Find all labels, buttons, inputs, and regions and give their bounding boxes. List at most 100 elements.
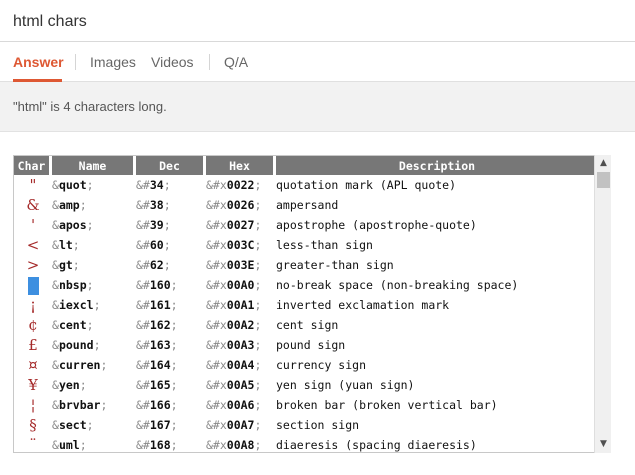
char-cell: ¡	[29, 296, 37, 314]
table-row: < &lt; &#60; &#x003C; less-than sign	[14, 235, 598, 255]
search-bar	[0, 0, 635, 42]
hex-cell: &#x00A2;	[206, 318, 262, 332]
description-cell: no-break space (non-breaking space)	[276, 278, 519, 292]
header-hex: Hex	[206, 156, 276, 175]
table-row: &nbsp; &#160; &#x00A0; no-break space (non-…	[14, 275, 598, 295]
dec-cell: &#164;	[136, 358, 178, 372]
header-char: Char	[14, 156, 52, 175]
hex-cell: &#x00A3;	[206, 338, 262, 352]
table-row: & &amp; &#38; &#x0026; ampersand	[14, 195, 598, 215]
table-row: ¤ &curren; &#164; &#x00A4; currency sign	[14, 355, 598, 375]
table-row: £ &pound; &#163; &#x00A3; pound sign	[14, 335, 598, 355]
hex-cell: &#x00A7;	[206, 418, 262, 432]
char-cell: >	[26, 256, 40, 274]
name-cell: &cent;	[52, 318, 94, 332]
char-cell: <	[26, 236, 40, 254]
tab-separator	[75, 54, 76, 70]
dec-cell: &#165;	[136, 378, 178, 392]
description-cell: greater-than sign	[276, 258, 394, 272]
hex-cell: &#x0027;	[206, 218, 262, 232]
description-cell: inverted exclamation mark	[276, 298, 450, 312]
table-row: ¨ &uml; &#168; &#x00A8; diaeresis (spacing d…	[14, 435, 598, 453]
name-cell: &yen;	[52, 378, 87, 392]
nbsp-swatch	[27, 276, 39, 295]
char-cell: ¤	[28, 356, 38, 374]
answer-banner: "html" is 4 characters long.	[0, 82, 635, 132]
description-cell: cent sign	[276, 318, 339, 332]
dec-cell: &#39;	[136, 218, 171, 232]
tab-answer[interactable]: Answer	[13, 54, 64, 70]
hex-cell: &#x00A4;	[206, 358, 262, 372]
description-cell: diaeresis (spacing diaeresis)	[276, 438, 477, 452]
tab-videos[interactable]: Videos	[151, 54, 194, 70]
table-row: § &sect; &#167; &#x00A7; section sign	[14, 415, 598, 435]
table-row: ¡ &iexcl; &#161; &#x00A1; inverted exclamati…	[14, 295, 598, 315]
table-scrollbar[interactable]: ▲ ▼	[594, 155, 611, 453]
char-cell: '	[30, 216, 36, 234]
char-cell	[14, 275, 52, 295]
table-row: " &quot; &#34; &#x0022; quotation mark (APL …	[14, 175, 598, 195]
hex-cell: &#x00A1;	[206, 298, 262, 312]
description-cell: less-than sign	[276, 238, 373, 252]
hex-cell: &#x0022;	[206, 178, 262, 192]
dec-cell: &#160;	[136, 278, 178, 292]
name-cell: &uml;	[52, 438, 87, 452]
table-row: > &gt; &#62; &#x003E; greater-than sign	[14, 255, 598, 275]
description-cell: apostrophe (apostrophe-quote)	[276, 218, 477, 232]
description-cell: broken bar (broken vertical bar)	[276, 398, 498, 412]
tab-images[interactable]: Images	[90, 54, 136, 70]
dec-cell: &#34;	[136, 178, 171, 192]
dec-cell: &#38;	[136, 198, 171, 212]
hex-cell: &#x00A0;	[206, 278, 262, 292]
search-input[interactable]	[13, 11, 613, 33]
description-cell: currency sign	[276, 358, 367, 372]
dec-cell: &#163;	[136, 338, 178, 352]
hex-cell: &#x00A8;	[206, 438, 262, 452]
table-row: ¦ &brvbar; &#166; &#x00A6; broken bar (broke…	[14, 395, 598, 415]
name-cell: &amp;	[52, 198, 87, 212]
html-chars-table: Char Name Dec Hex Description " &quot; &#3…	[14, 156, 598, 453]
name-cell: &gt;	[52, 258, 80, 272]
dec-cell: &#166;	[136, 398, 178, 412]
char-cell: &	[26, 196, 40, 214]
tab-separator	[209, 54, 210, 70]
hex-cell: &#x003E;	[206, 258, 262, 272]
tab-qa[interactable]: Q/A	[224, 54, 248, 70]
hex-cell: &#x003C;	[206, 238, 262, 252]
hex-cell: &#x00A6;	[206, 398, 262, 412]
description-cell: quotation mark (APL quote)	[276, 178, 457, 192]
char-cell: §	[29, 416, 37, 434]
dec-cell: &#168;	[136, 438, 178, 452]
results-tabs: Answer Images Videos Q/A	[0, 42, 635, 82]
scroll-thumb[interactable]	[597, 172, 610, 188]
name-cell: &sect;	[52, 418, 94, 432]
scroll-up-icon[interactable]: ▲	[595, 155, 612, 171]
table-row: ¢ &cent; &#162; &#x00A2; cent sign	[14, 315, 598, 335]
scroll-down-icon[interactable]: ▼	[595, 436, 612, 452]
hex-cell: &#x0026;	[206, 198, 262, 212]
name-cell: &quot;	[52, 178, 94, 192]
dec-cell: &#162;	[136, 318, 178, 332]
char-cell: ¢	[28, 316, 38, 334]
char-cell: ¥	[28, 376, 38, 394]
html-chars-table-container: Char Name Dec Hex Description " &quot; &#3…	[13, 155, 611, 453]
dec-cell: &#62;	[136, 258, 171, 272]
hex-cell: &#x00A5;	[206, 378, 262, 392]
name-cell: &brvbar;	[52, 398, 108, 412]
char-cell: "	[29, 176, 37, 194]
header-description: Description	[276, 156, 598, 175]
description-cell: section sign	[276, 418, 360, 432]
answer-text: "html" is 4 characters long.	[13, 99, 167, 114]
header-dec: Dec	[136, 156, 206, 175]
name-cell: &nbsp;	[52, 278, 94, 292]
table-row: ' &apos; &#39; &#x0027; apostrophe (apostrop…	[14, 215, 598, 235]
dec-cell: &#60;	[136, 238, 171, 252]
table-header-row: Char Name Dec Hex Description	[14, 156, 598, 175]
char-cell: ¦	[30, 396, 36, 414]
table-row: ¥ &yen; &#165; &#x00A5; yen sign (yuan sign)	[14, 375, 598, 395]
name-cell: &pound;	[52, 338, 101, 352]
name-cell: &iexcl;	[52, 298, 101, 312]
description-cell: pound sign	[276, 338, 346, 352]
char-cell: ¨	[29, 436, 37, 453]
description-cell: ampersand	[276, 198, 339, 212]
